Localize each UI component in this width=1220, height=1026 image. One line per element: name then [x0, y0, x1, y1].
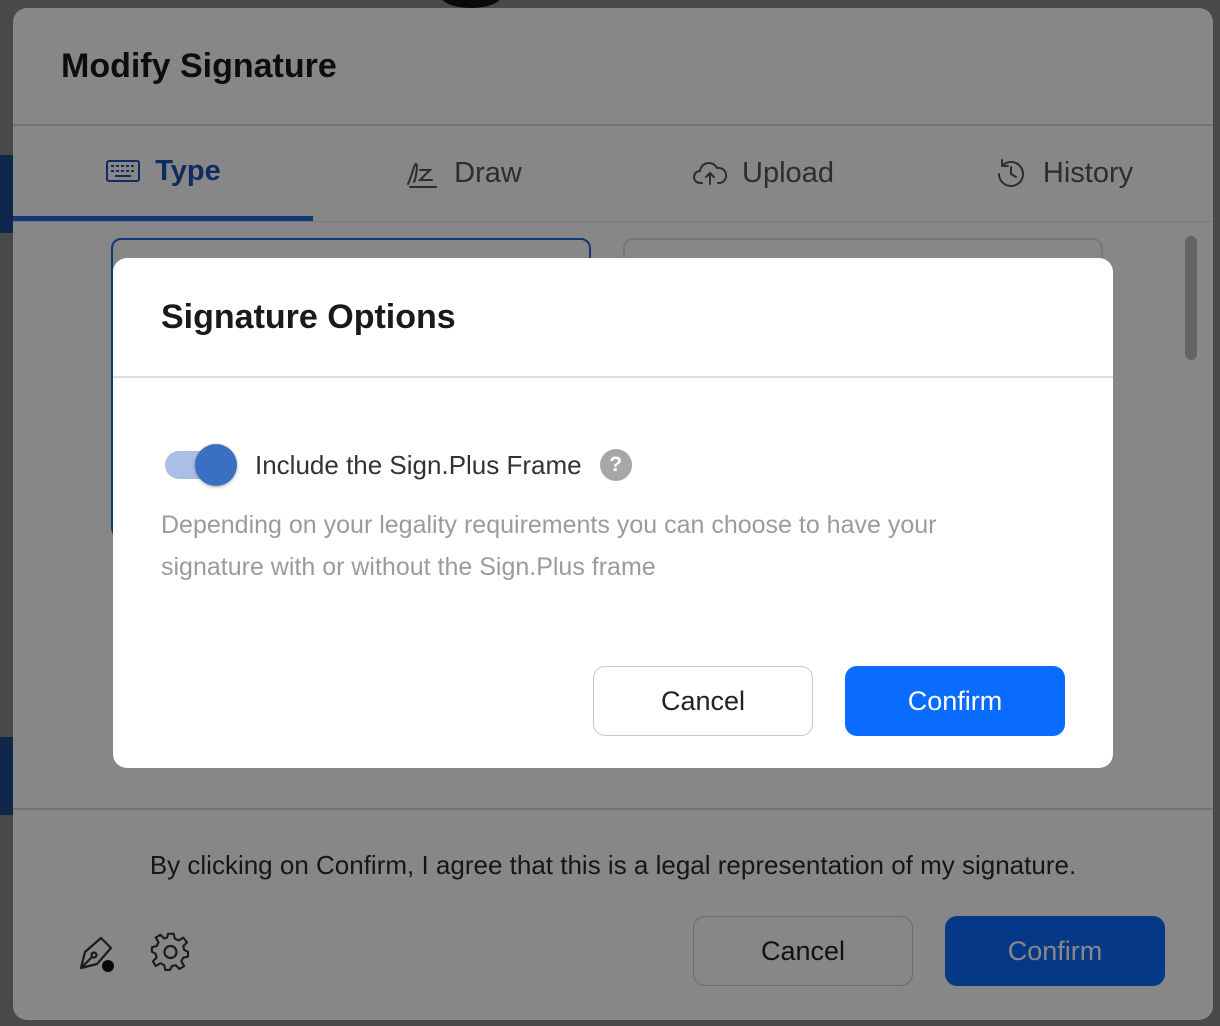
frame-option-description: Depending on your legality requirements … — [161, 511, 937, 581]
frame-option-label: Include the Sign.Plus Frame — [255, 449, 582, 480]
frame-option-row: Include the Sign.Plus Frame ? — [161, 444, 632, 486]
dialog-title: Signature Options — [161, 297, 456, 336]
frame-toggle[interactable] — [161, 444, 237, 486]
help-icon[interactable]: ? — [599, 449, 632, 481]
dialog-header: Signature Options — [113, 258, 1113, 378]
signature-options-dialog: Signature Options Include the Sign.Plus … — [113, 258, 1113, 768]
dialog-cancel-button[interactable]: Cancel — [593, 666, 813, 736]
toggle-thumb — [195, 444, 237, 486]
dialog-confirm-button[interactable]: Confirm — [845, 666, 1065, 736]
